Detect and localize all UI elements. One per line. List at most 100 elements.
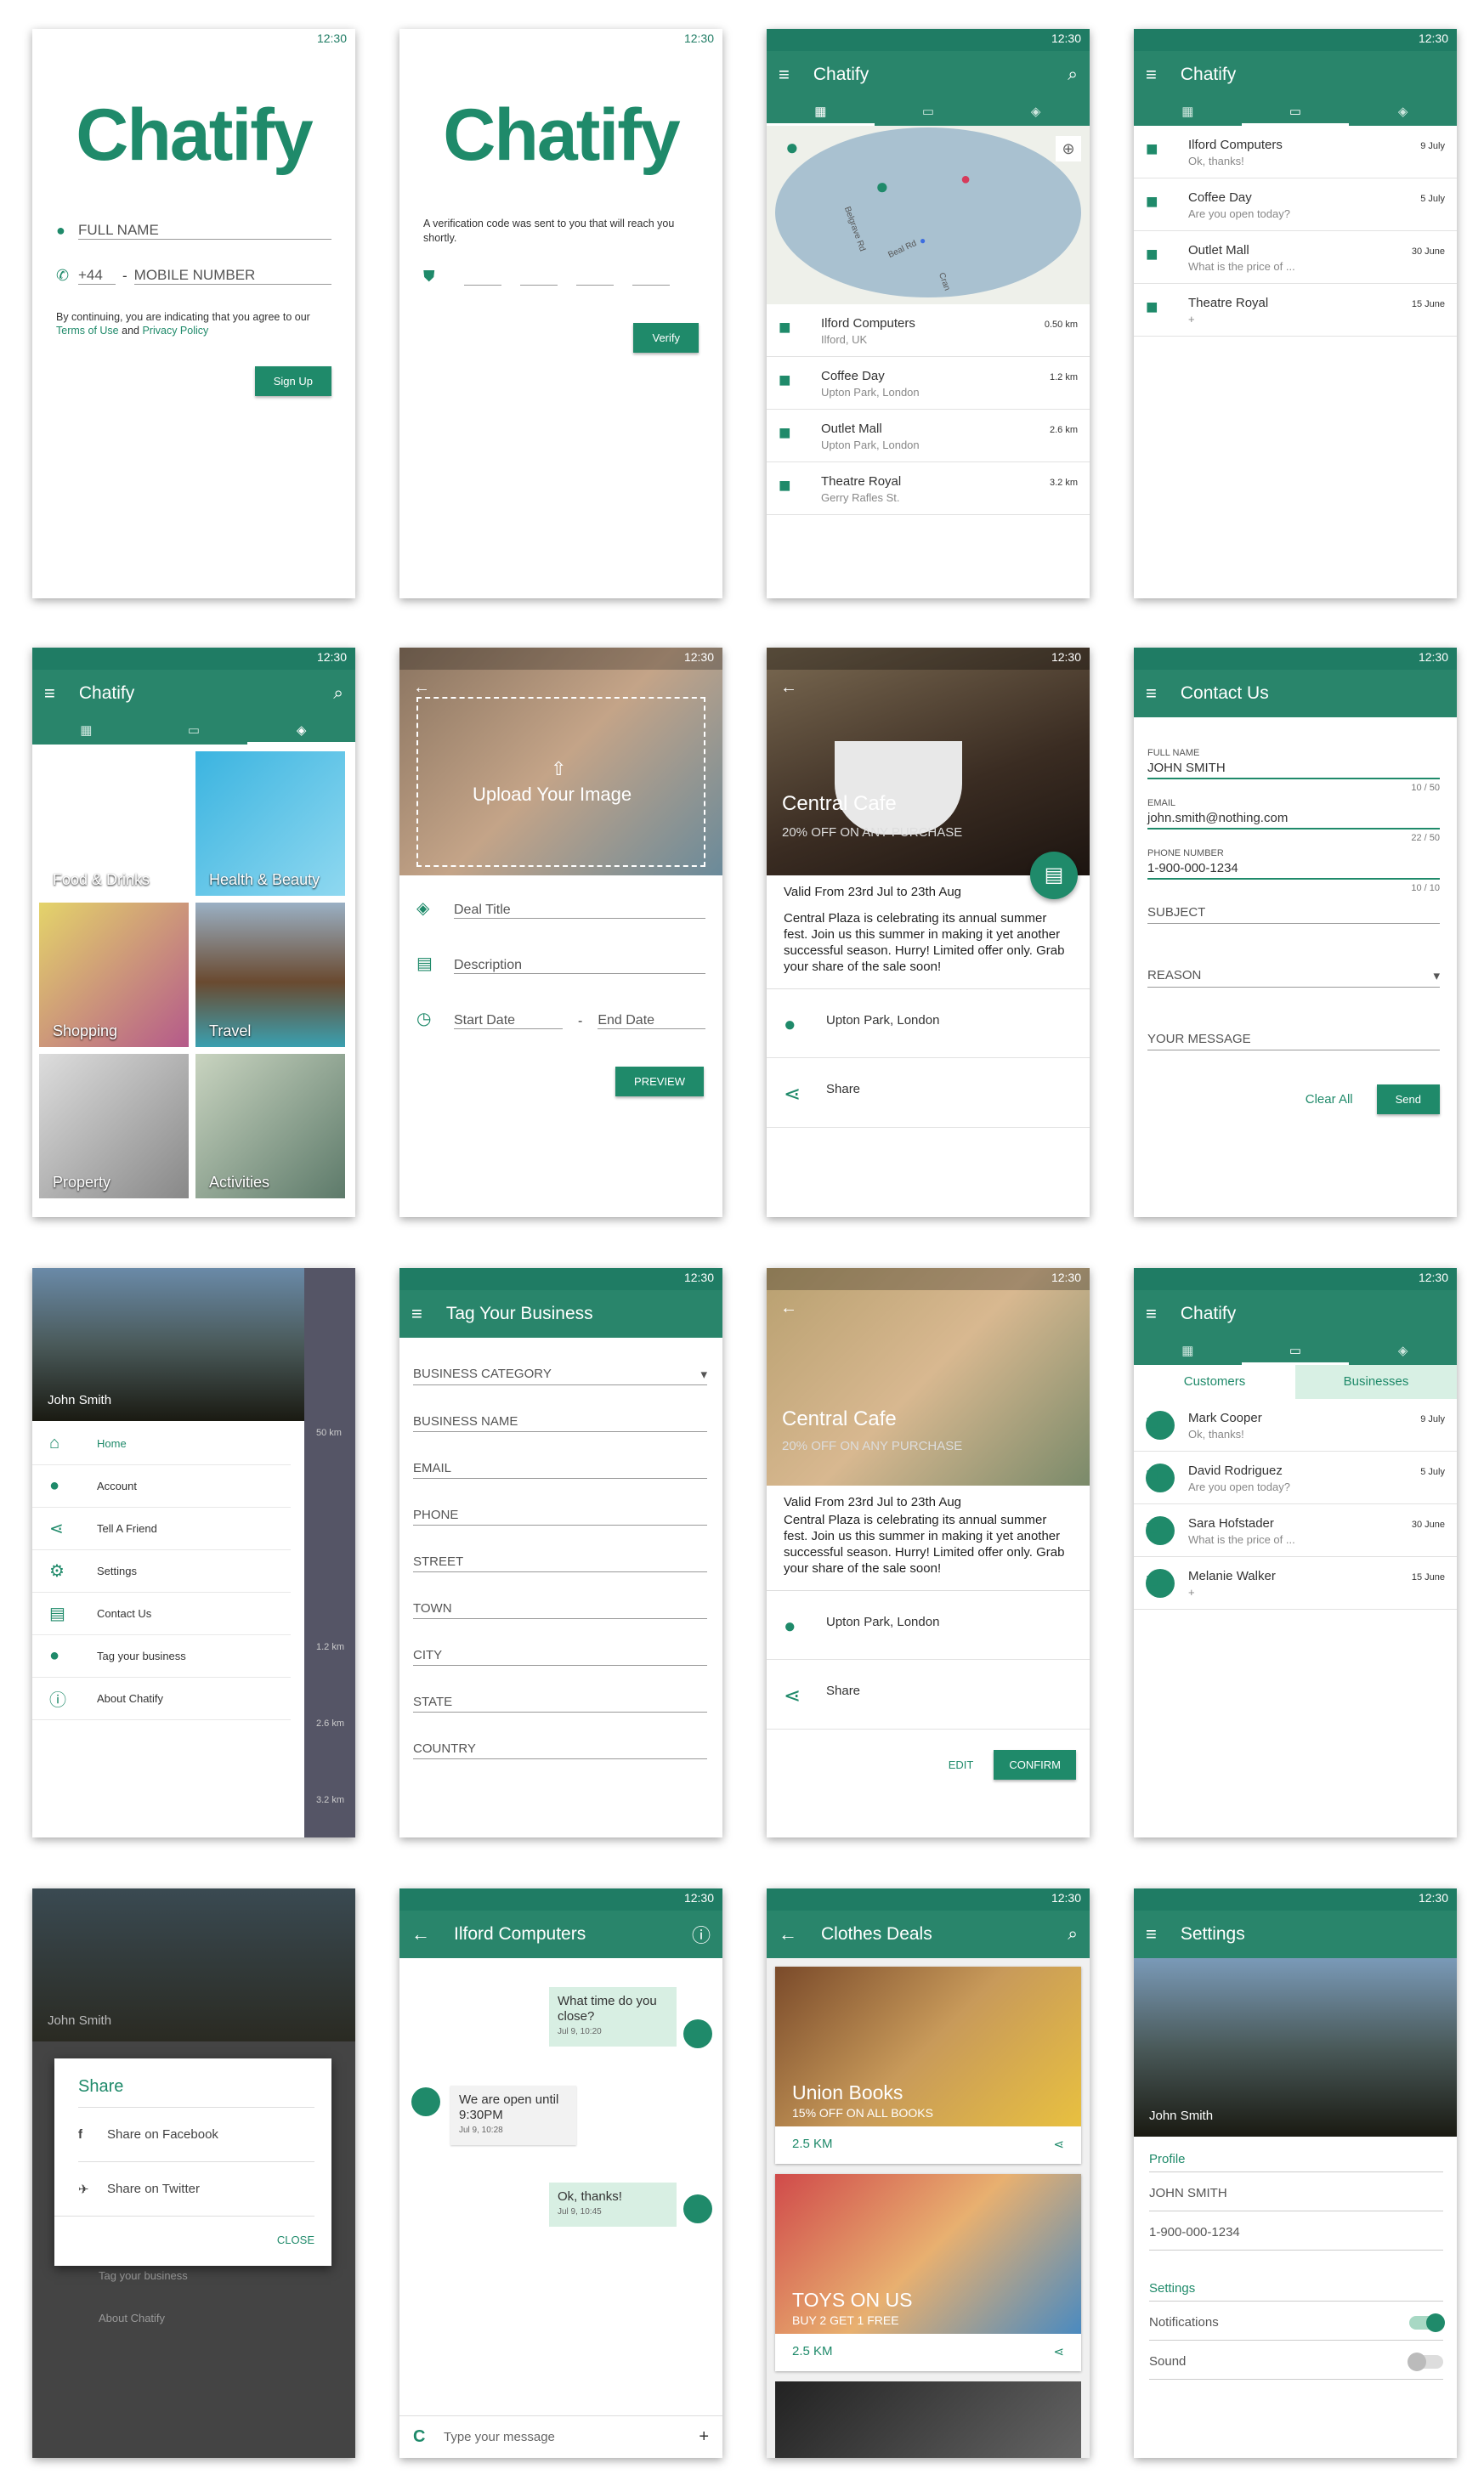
business-field[interactable]: PHONE: [413, 1508, 707, 1526]
menu-icon[interactable]: ≡: [1146, 1923, 1157, 1945]
list-item[interactable]: ■ Outlet Mall Upton Park, London 2.6 km: [767, 410, 1090, 462]
map-view[interactable]: Belgrave Rd Beal Rd Cran ● ● ● ● ⊕: [767, 126, 1090, 304]
tab-map[interactable]: ▦: [1134, 99, 1242, 126]
menu-icon[interactable]: ≡: [1146, 682, 1157, 705]
back-arrow-icon[interactable]: ←: [780, 1299, 797, 1318]
deal-title-input[interactable]: Deal Title: [454, 903, 705, 919]
drawer-item[interactable]: ⌂ Home: [32, 1423, 291, 1465]
menu-icon[interactable]: ≡: [411, 1303, 422, 1325]
tab-chat[interactable]: ▭: [1241, 1338, 1350, 1365]
list-item[interactable]: ■ Mark Cooper Ok, thanks! 9 July: [1134, 1399, 1457, 1452]
tab-chat[interactable]: ▭: [140, 717, 248, 745]
list-item[interactable]: ■ Theatre Royal +15 June: [1134, 284, 1457, 337]
deal-card[interactable]: TOYS ON US BUY 2 GET 1 FREE 2.5 KM ⋖: [775, 2174, 1081, 2371]
business-field[interactable]: EMAIL: [413, 1461, 707, 1479]
back-arrow-icon[interactable]: ←: [413, 678, 430, 698]
search-icon[interactable]: ⌕: [333, 683, 343, 704]
clear-all-button[interactable]: Clear All: [1306, 1092, 1353, 1107]
location-row[interactable]: ● Upton Park, London: [767, 989, 1090, 1058]
list-item[interactable]: ■ David Rodriguez Are you open today? 5 Jul…: [1134, 1452, 1457, 1504]
preview-button[interactable]: PREVIEW: [615, 1067, 704, 1096]
menu-icon[interactable]: ≡: [779, 64, 790, 86]
confirm-button[interactable]: CONFIRM: [994, 1750, 1076, 1780]
drawer-item[interactable]: ▤ Contact Us: [32, 1593, 291, 1635]
share-facebook[interactable]: f Share on Facebook: [78, 2107, 314, 2161]
tab-deals[interactable]: ◈: [1349, 99, 1457, 126]
list-item[interactable]: ■ Sara Hofstader What is the price of ... 3…: [1134, 1504, 1457, 1557]
name-field[interactable]: JOHN SMITH: [1149, 2172, 1443, 2211]
tab-deals[interactable]: ◈: [247, 717, 355, 745]
subject-input[interactable]: SUBJECT: [1147, 905, 1440, 924]
business-field[interactable]: BUSINESS NAME: [413, 1414, 707, 1432]
back-arrow-icon[interactable]: ←: [780, 678, 797, 698]
business-field[interactable]: CITY: [413, 1648, 707, 1666]
back-arrow-icon[interactable]: ←: [779, 1923, 797, 1945]
locate-icon[interactable]: ⊕: [1056, 136, 1081, 161]
emoji-icon[interactable]: C: [413, 2427, 444, 2447]
tab-deals[interactable]: ◈: [1349, 1338, 1457, 1365]
tab-chat[interactable]: ▭: [1241, 99, 1350, 126]
message-input[interactable]: Type your message: [444, 2430, 699, 2444]
code-digit-2[interactable]: [520, 272, 558, 286]
category-tile[interactable]: Health & Beauty: [195, 751, 345, 896]
tab-customers[interactable]: Customers: [1134, 1365, 1295, 1399]
map-pin-icon[interactable]: ●: [875, 173, 889, 200]
phone-input[interactable]: 1-900-000-1234: [1147, 858, 1440, 880]
email-input[interactable]: john.smith@nothing.com: [1147, 808, 1440, 829]
tab-map[interactable]: ▦: [1134, 1338, 1242, 1365]
deal-card[interactable]: Union Books 15% OFF ON ALL BOOKS 2.5 KM ⋖: [775, 1967, 1081, 2164]
category-tile[interactable]: Shopping: [39, 903, 189, 1047]
business-field[interactable]: STATE: [413, 1695, 707, 1713]
end-date-input[interactable]: End Date: [598, 1013, 705, 1029]
terms-link[interactable]: Terms of Use: [56, 325, 119, 337]
share-row[interactable]: ⋖ Share: [767, 1058, 1090, 1128]
back-arrow-icon[interactable]: ←: [411, 1923, 430, 1945]
info-icon[interactable]: ⓘ: [692, 1921, 711, 1948]
close-button[interactable]: CLOSE: [54, 2216, 314, 2246]
menu-icon[interactable]: ≡: [44, 682, 55, 705]
location-row[interactable]: ● Upton Park, London: [767, 1591, 1090, 1660]
search-icon[interactable]: ⌕: [1068, 1924, 1078, 1945]
search-icon[interactable]: ⌕: [1068, 65, 1078, 85]
list-item[interactable]: ■ Theatre Royal Gerry Rafles St. 3.2 km: [767, 462, 1090, 515]
edit-button[interactable]: EDIT: [949, 1758, 974, 1771]
list-item[interactable]: ■ Outlet Mall What is the price of ... 30 J…: [1134, 231, 1457, 284]
tab-businesses[interactable]: Businesses: [1295, 1365, 1457, 1399]
start-date-input[interactable]: Start Date: [454, 1013, 563, 1029]
category-tile[interactable]: Travel: [195, 903, 345, 1047]
phone-field[interactable]: 1-900-000-1234: [1149, 2211, 1443, 2251]
drawer-scrim[interactable]: 50 km 1.2 km 2.6 km 3.2 km: [304, 1268, 355, 1837]
list-item[interactable]: ■ Coffee Day Are you open today? 5 July: [1134, 178, 1457, 231]
full-name-input[interactable]: JOHN SMITH: [1147, 758, 1440, 779]
message-input[interactable]: YOUR MESSAGE: [1147, 1032, 1440, 1050]
tab-deals[interactable]: ◈: [982, 99, 1090, 126]
code-digit-3[interactable]: [576, 272, 614, 286]
send-button[interactable]: Send: [1376, 1084, 1440, 1114]
list-item[interactable]: ■ Ilford Computers Ok, thanks! 9 July: [1134, 126, 1457, 178]
share-row[interactable]: ⋖ Share: [767, 1660, 1090, 1730]
drawer-item[interactable]: ● Account: [32, 1465, 291, 1508]
description-input[interactable]: Description: [454, 958, 705, 974]
tab-map[interactable]: ▦: [32, 717, 140, 745]
notifications-toggle[interactable]: [1409, 2313, 1445, 2332]
code-digit-4[interactable]: [632, 272, 670, 286]
deal-card[interactable]: [775, 2381, 1081, 2458]
list-item[interactable]: ■ Coffee Day Upton Park, London 1.2 km: [767, 357, 1090, 410]
tab-map[interactable]: ▦: [767, 99, 875, 126]
chat-fab[interactable]: ▤: [1030, 852, 1078, 899]
add-attachment-button[interactable]: +: [699, 2427, 709, 2447]
business-field[interactable]: STREET: [413, 1554, 707, 1572]
business-field[interactable]: TOWN: [413, 1601, 707, 1619]
privacy-link[interactable]: Privacy Policy: [142, 325, 208, 337]
mobile-number-input[interactable]: MOBILE NUMBER: [133, 267, 331, 285]
list-item[interactable]: ■ Melanie Walker +15 June: [1134, 1557, 1457, 1610]
menu-icon[interactable]: ≡: [1146, 1303, 1157, 1325]
full-name-input[interactable]: FULL NAME: [78, 222, 331, 240]
share-twitter[interactable]: ✈ Share on Twitter: [78, 2161, 314, 2216]
code-digit-1[interactable]: [464, 272, 501, 286]
upload-frame[interactable]: [416, 697, 705, 867]
image-area[interactable]: ← ⇧ Upload Your Image: [399, 648, 722, 875]
drawer-item[interactable]: ⓘ About Chatify: [32, 1678, 291, 1720]
drawer-item[interactable]: ⚙ Settings: [32, 1550, 291, 1593]
share-icon[interactable]: ⋖: [1053, 2344, 1064, 2359]
